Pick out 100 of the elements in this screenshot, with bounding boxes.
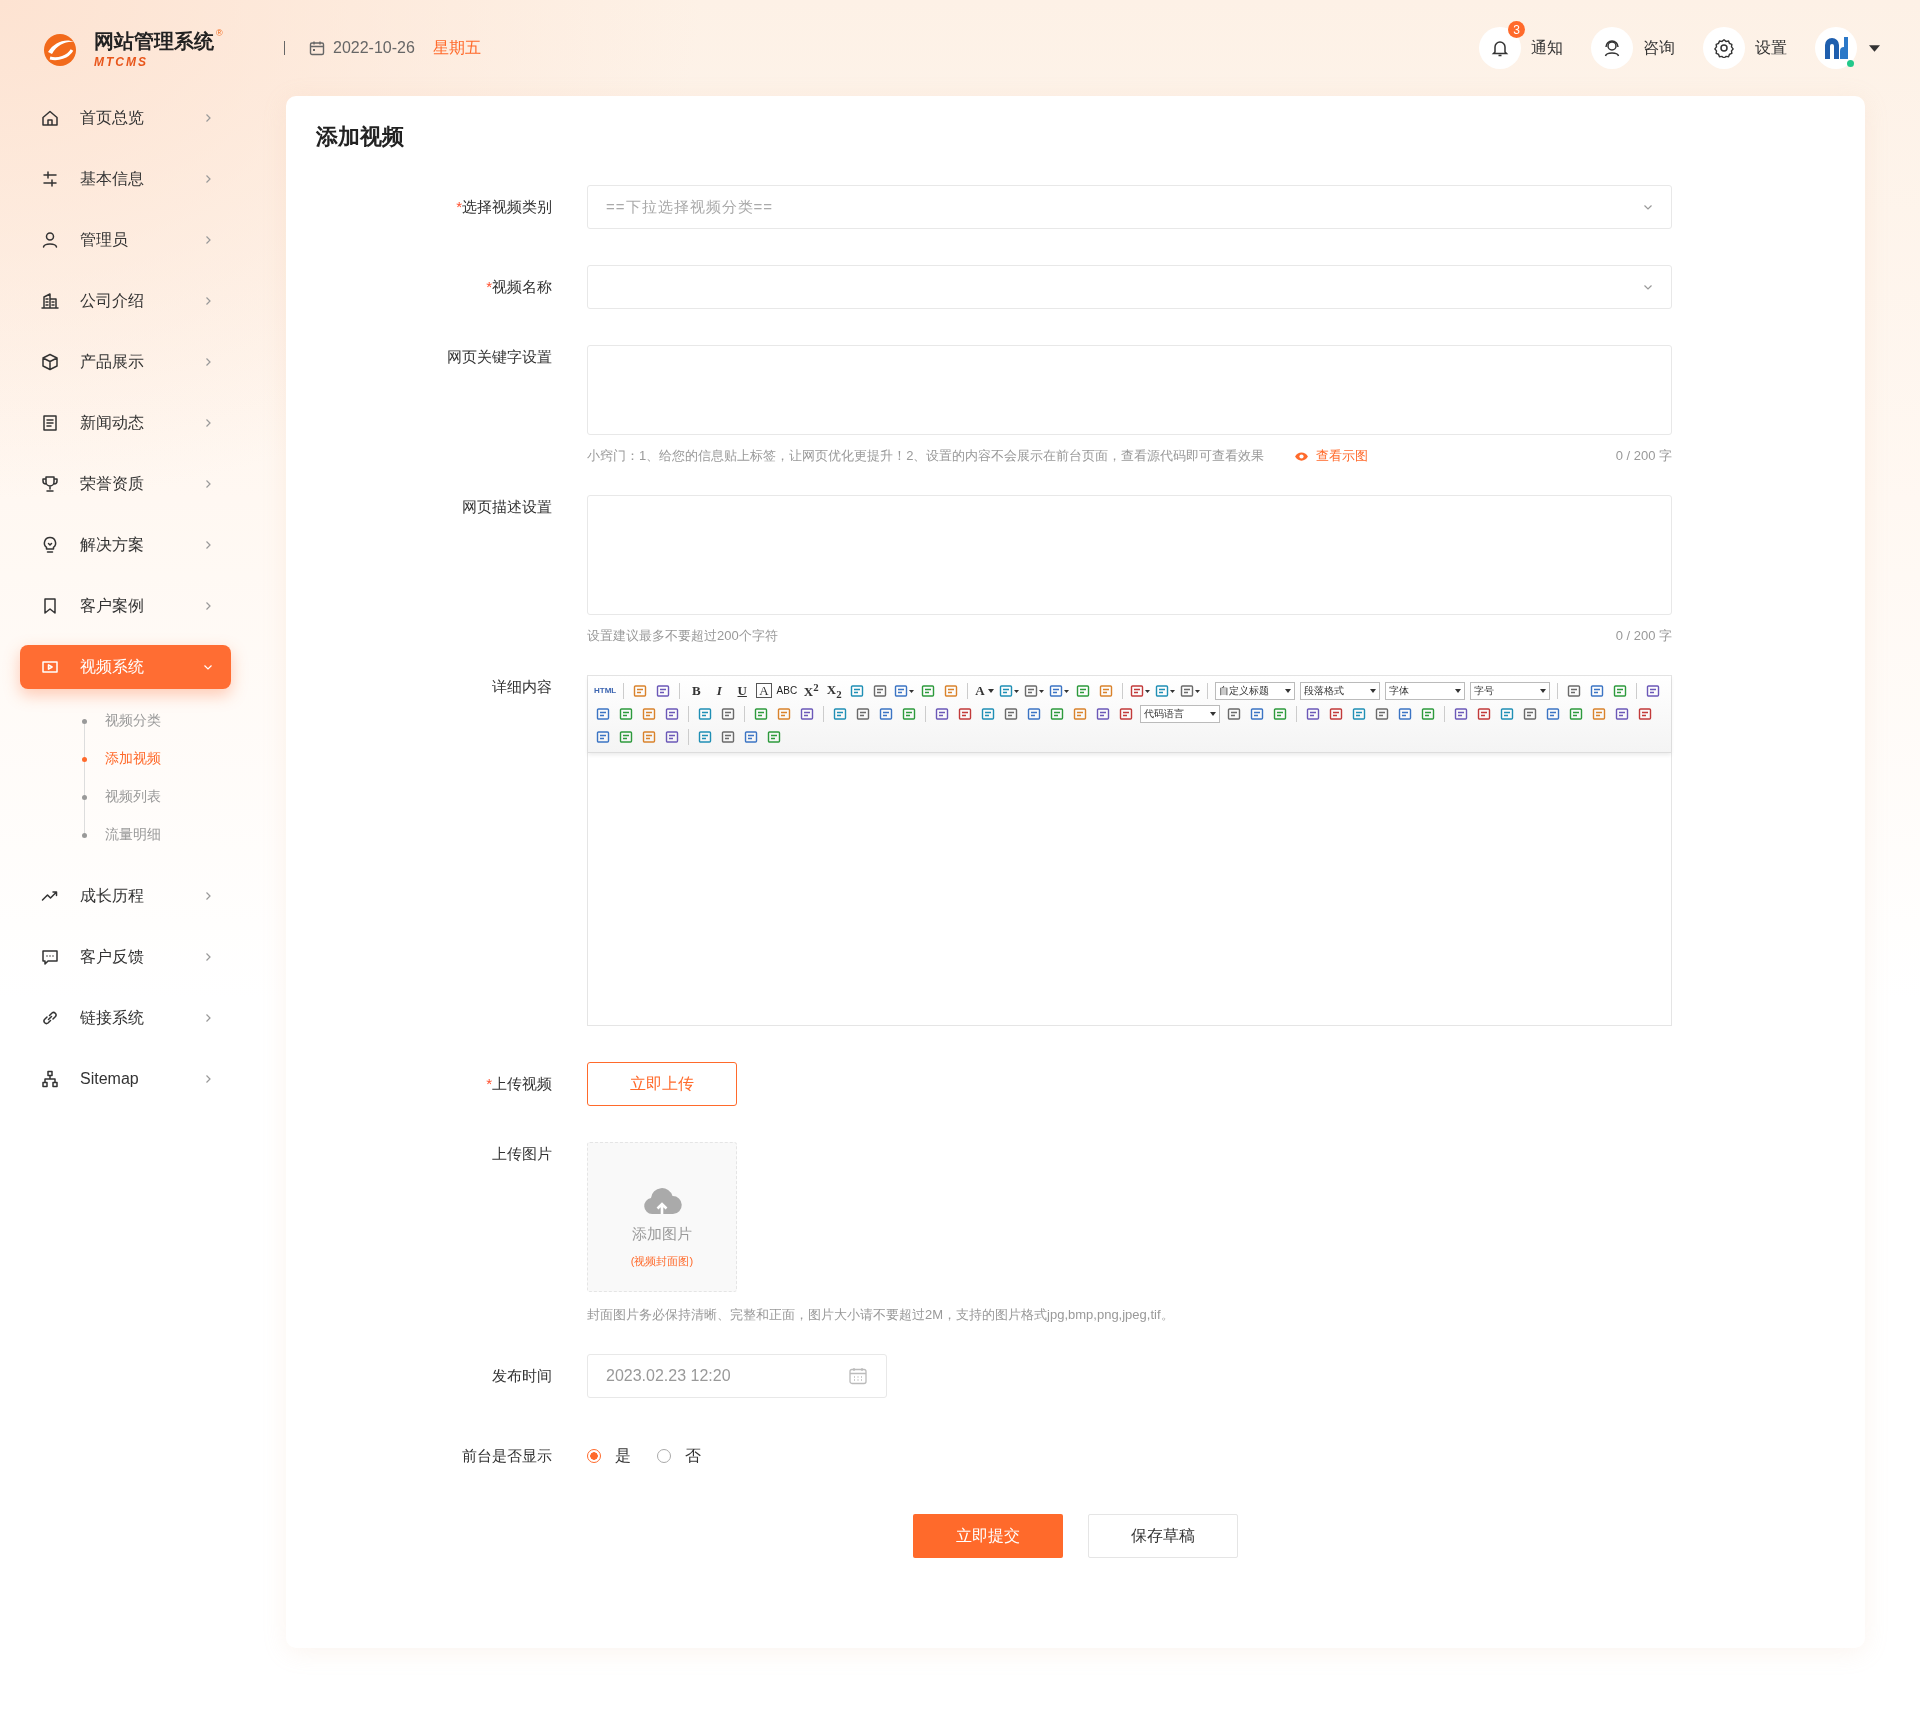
toolbar-menu-icon[interactable] (998, 683, 1019, 698)
toolbar-icon[interactable] (619, 706, 633, 721)
toolbar-dropdown[interactable]: 自定义标题 (1214, 681, 1295, 700)
header-action-label[interactable]: 通知 (1531, 37, 1563, 59)
toolbar-icon[interactable] (944, 683, 959, 698)
radio-option[interactable]: 否 (657, 1445, 701, 1467)
toolbar-icon[interactable] (642, 729, 656, 744)
sidebar-item[interactable]: 基本信息 (20, 157, 231, 201)
toolbar-dropdown[interactable]: 字体 (1384, 681, 1465, 700)
toolbar-icon[interactable] (1638, 706, 1652, 721)
toolbar-menu-icon[interactable] (1023, 683, 1044, 698)
toolbar-menu-icon[interactable] (894, 683, 915, 698)
toolbar-icon[interactable] (1500, 706, 1514, 721)
toolbar-icon[interactable] (873, 683, 888, 698)
toolbar-icon[interactable] (1119, 706, 1133, 721)
toolbar-icon[interactable] (981, 706, 995, 721)
toolbar-menu-icon[interactable] (1048, 683, 1069, 698)
toolbar-icon[interactable] (1352, 706, 1366, 721)
toolbar-icon[interactable] (698, 729, 712, 744)
toolbar-icon[interactable] (1004, 706, 1018, 721)
header-action-label[interactable]: 咨询 (1643, 37, 1675, 59)
toolbar-dropdown[interactable]: 字号 (1469, 681, 1550, 700)
headset-user-icon[interactable] (1602, 38, 1622, 58)
sidebar-item[interactable]: 客户案例 (20, 584, 231, 628)
toolbar-icon[interactable] (1546, 706, 1560, 721)
toolbar-icon[interactable] (1615, 706, 1629, 721)
toolbar-icon[interactable] (767, 729, 781, 744)
toolbar-icon[interactable] (1227, 706, 1241, 721)
settings-icon[interactable] (1714, 38, 1734, 58)
sidebar-item[interactable]: 首页总览 (20, 96, 231, 140)
toolbar-icon[interactable] (958, 706, 972, 721)
toolbar-icon[interactable] (1250, 706, 1264, 721)
toolbar-icon[interactable] (1569, 706, 1583, 721)
toolbar-icon[interactable] (744, 729, 758, 744)
toolbar-icon[interactable] (1098, 683, 1113, 698)
toolbar-icon[interactable] (850, 683, 865, 698)
toolbar-icon[interactable] (1273, 706, 1287, 721)
toolbar-icon[interactable] (698, 706, 712, 721)
sidebar-item[interactable]: 解决方案 (20, 523, 231, 567)
toolbar-icon[interactable] (642, 706, 656, 721)
toolbar-button[interactable]: HTML (594, 680, 617, 701)
toolbar-icon[interactable] (1375, 706, 1389, 721)
toolbar-icon[interactable] (1477, 706, 1491, 721)
toolbar-icon[interactable] (633, 683, 648, 698)
toolbar-icon[interactable] (656, 683, 671, 698)
toolbar-button[interactable]: U (733, 680, 752, 701)
sidebar-item[interactable]: Sitemap (20, 1057, 231, 1101)
toolbar-icon[interactable] (879, 706, 893, 721)
toolbar-icon[interactable] (1027, 706, 1041, 721)
toolbar-icon[interactable] (721, 706, 735, 721)
sidebar-item[interactable]: 客户反馈 (20, 935, 231, 979)
toolbar-icon[interactable] (665, 729, 679, 744)
toolbar-menu-icon[interactable] (1179, 683, 1200, 698)
toolbar-button[interactable]: A (756, 683, 772, 698)
toolbar-icon[interactable] (833, 706, 847, 721)
toolbar-menu-icon[interactable] (1154, 683, 1175, 698)
toolbar-icon[interactable] (1454, 706, 1468, 721)
toolbar-icon[interactable] (596, 729, 610, 744)
toolbar-icon[interactable] (1421, 706, 1435, 721)
toolbar-icon[interactable] (1645, 683, 1660, 698)
sidebar-item[interactable]: 荣誉资质 (20, 462, 231, 506)
toolbar-icon[interactable] (1075, 683, 1090, 698)
toolbar-icon[interactable] (1592, 706, 1606, 721)
toolbar-icon[interactable] (721, 729, 735, 744)
toolbar-icon[interactable] (935, 706, 949, 721)
radio-option[interactable]: 是 (587, 1445, 631, 1467)
toolbar-button[interactable]: X$_{2}$ (825, 680, 844, 701)
toolbar-icon[interactable] (1073, 706, 1087, 721)
toolbar-icon[interactable] (1523, 706, 1537, 721)
chevron-down-icon[interactable] (1643, 282, 1653, 292)
toolbar-icon[interactable] (754, 706, 768, 721)
toolbar-button[interactable]: I (710, 680, 729, 701)
toolbar-button[interactable]: ABC (776, 680, 798, 701)
toolbar-button[interactable]: B (687, 680, 706, 701)
toolbar-icon[interactable] (619, 729, 633, 744)
toolbar-button[interactable]: A (975, 680, 994, 701)
rich-text-editor[interactable]: HTML B I U A ABC X$^{2}$ X$_{2}$ A 自定义标题 段落格式 字体 字号 代码语言 (587, 675, 1672, 1026)
save-draft-button[interactable]: 保存草稿 (1088, 1514, 1238, 1558)
toolbar-icon[interactable] (665, 706, 679, 721)
toolbar-icon[interactable] (596, 706, 610, 721)
toolbar-icon[interactable] (921, 683, 936, 698)
toolbar-icon[interactable] (902, 706, 916, 721)
toolbar-dropdown[interactable]: 代码语言 (1140, 704, 1220, 723)
toolbar-icon[interactable] (777, 706, 791, 721)
toolbar-dropdown[interactable]: 段落格式 (1299, 681, 1380, 700)
bell-icon[interactable] (1490, 38, 1510, 58)
toolbar-icon[interactable] (1329, 706, 1343, 721)
header-action-label[interactable]: 设置 (1755, 37, 1787, 59)
toolbar-icon[interactable] (1306, 706, 1320, 721)
toolbar-icon[interactable] (856, 706, 870, 721)
sidebar-item[interactable]: 公司介绍 (20, 279, 231, 323)
user-avatar[interactable] (1815, 27, 1857, 69)
sidebar-item[interactable]: 产品展示 (20, 340, 231, 384)
toolbar-icon[interactable] (800, 706, 814, 721)
toolbar-icon[interactable] (1096, 706, 1110, 721)
toolbar-button[interactable]: X$^{2}$ (802, 680, 821, 701)
toolbar-icon[interactable] (1566, 683, 1581, 698)
sidebar-item[interactable]: 成长历程 (20, 874, 231, 918)
toolbar-icon[interactable] (1589, 683, 1604, 698)
sidebar-item[interactable]: 管理员 (20, 218, 231, 262)
